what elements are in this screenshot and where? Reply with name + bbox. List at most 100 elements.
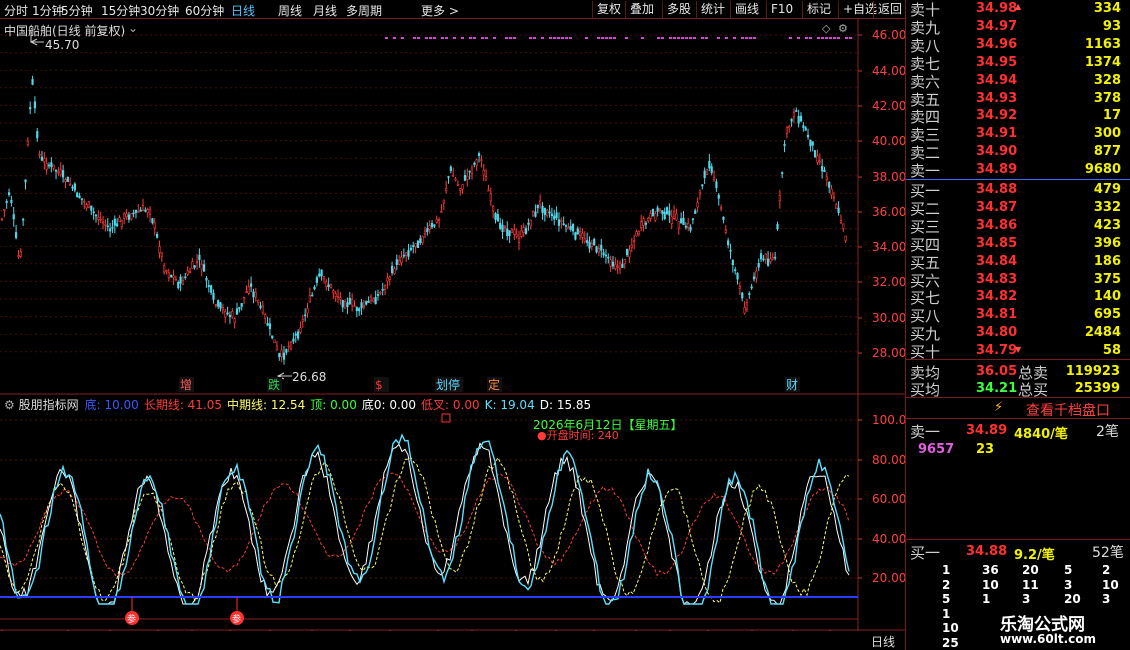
period-tab-0[interactable]: 分时 [4,2,28,19]
candle-body [76,192,79,198]
signal-dot [529,37,532,39]
indicator-value-3: 顶: 0.00 [310,398,357,412]
candle-body [468,170,471,173]
candle-body [576,228,579,235]
candle-body [383,284,387,290]
candle-body [54,169,58,172]
candle-body [496,214,499,222]
candle-body [588,241,591,249]
candle-body [111,226,114,229]
period-tab-8[interactable]: 月线 [313,2,337,19]
toolbar-button-3[interactable]: 统计 [696,1,725,18]
candle-body [531,210,535,217]
period-tab-3[interactable]: 15分钟 [101,2,140,19]
event-marker[interactable]: 定 [488,377,500,392]
buys-row: 买八 34.81 695 [906,305,1130,325]
signal-dot [849,37,852,39]
candle-body [421,236,424,243]
candle-body [630,245,633,248]
candle-body [336,296,340,298]
candle-body [148,208,152,215]
period-tab-7[interactable]: 周线 [278,2,302,19]
queue-cell: 1 [942,563,951,577]
candle-body [348,297,351,305]
toolbar-button-1[interactable]: 叠加 [625,1,654,18]
ind-tick-label: 40.00 [872,532,905,546]
toolbar-button-0[interactable]: 复权 [592,1,621,18]
kline-chart-area[interactable]: 46.00 44.00 42.00 40.00 38.00 36.00 34.00 32.00… [0,19,905,649]
diamond-icon[interactable]: ◇ [822,22,830,35]
event-marker[interactable]: $ [375,378,383,392]
signal-dot [837,37,840,39]
indicator-value-4: 底0: 0.00 [361,398,417,412]
candle-body [109,228,112,232]
candle-body [374,296,377,305]
toolbar-button-6[interactable]: 标记 [802,1,831,18]
signal-dot [829,37,832,39]
queue-cell: 36 [982,563,999,577]
candle-body [311,294,314,297]
period-tab-5[interactable]: 60分钟 [185,2,224,19]
candle-body [717,194,720,199]
settings-icon[interactable]: ⚙ [838,22,848,35]
period-tab-2[interactable]: 5分钟 [61,2,93,19]
candle-body [715,181,718,189]
candle-body [322,276,326,280]
indicator-settings-icon[interactable]: ⚙ [4,398,19,412]
candle-body [104,224,107,226]
candle-body [0,218,4,221]
candle-body [609,259,612,267]
signal-dot [845,37,848,39]
toolbar-button-2[interactable]: 多股 [662,1,691,18]
candle-body [470,167,474,174]
candle-body [828,181,831,188]
candle-body [633,240,636,242]
candle-body [264,314,267,319]
candle-body [174,278,178,281]
queue-cell: 1 [942,606,951,621]
ind-tick-label: 100.0 [872,413,905,427]
event-marker[interactable]: 增 [180,378,192,392]
event-marker[interactable]: 跌 [268,377,280,392]
view-depth-button[interactable]: 查看千档盘口 [1026,400,1110,420]
candle-body [583,238,586,243]
buys-row: 买一 34.88 479 [906,180,1130,200]
candle-body [818,160,821,163]
period-tab-1[interactable]: 1分钟 [32,2,64,19]
candle-body [677,221,680,229]
period-tab-6[interactable]: 日线 [231,2,255,19]
candle-body [358,308,361,312]
period-toolbar: 分时 1分钟 5分钟 15分钟 30分钟 60分钟 日线 周线 月线 多周期 更多 > 复权 叠加 多股统… [0,0,905,19]
candle-body [625,249,629,256]
toolbar-button-8[interactable]: 返回 [873,1,902,18]
indicator-name[interactable]: 股朋指标网 [19,398,79,412]
queue-cell: 2 [942,577,951,592]
dropdown-chevron-icon[interactable]: ⌄ [128,21,138,35]
event-marker[interactable]: 财 [786,378,798,392]
period-tab-9[interactable]: 多周期 [346,2,382,19]
candle-body [101,221,105,224]
toolbar-button-7[interactable]: +自选 [838,1,877,18]
candle-body [193,265,196,268]
candle-body [73,183,76,191]
candle-body [362,305,366,308]
toolbar-button-4[interactable]: 画线 [730,1,759,18]
high-arrow-icon [29,38,44,46]
period-tab-4[interactable]: 30分钟 [140,2,179,19]
s1-price: 34.89 [966,423,1008,438]
event-marker[interactable]: 划停 [436,377,460,392]
toolbar-button-5[interactable]: F10 [766,1,793,18]
candle-body [29,107,32,110]
sells-row: 卖五 34.93 378 [906,89,1130,109]
period-tab-10[interactable]: 更多 > [421,2,459,19]
signal-dot [641,37,644,39]
candle-body [379,292,382,294]
candle-body [503,226,507,229]
candle-body [372,298,375,302]
buys-row: 买七 34.82 140 [906,287,1130,307]
candle-body [724,229,727,233]
candle-body [43,158,46,163]
price-tick-label: 42.00 [872,99,905,113]
candle-body [529,219,532,227]
candle-body [141,205,145,212]
